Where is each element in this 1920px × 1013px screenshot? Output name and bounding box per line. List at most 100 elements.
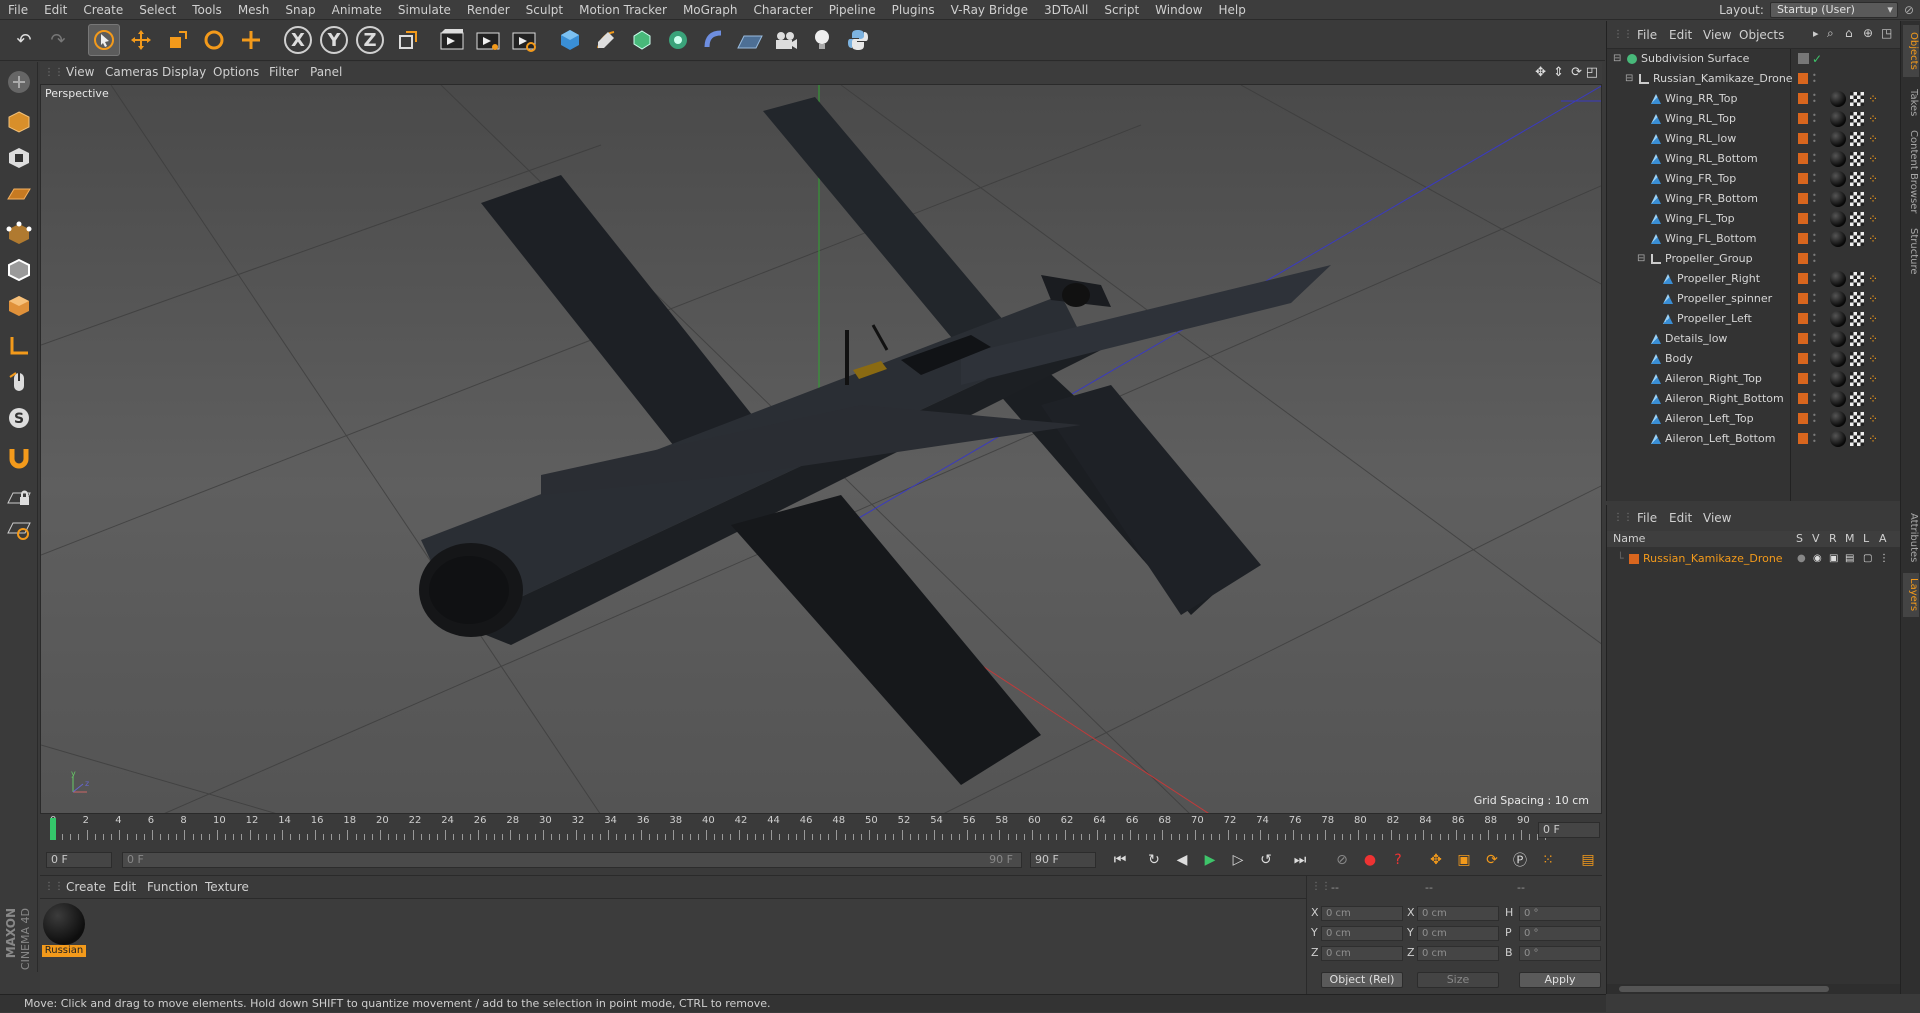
layer-view-icon[interactable]: ◉	[1813, 549, 1822, 569]
object-row[interactable]: Propeller_spinner • • ⁘	[1607, 289, 1897, 309]
om-menu-objects[interactable]: Objects	[1739, 28, 1784, 42]
material-tag-icon[interactable]	[1830, 131, 1846, 147]
select-tool-icon[interactable]	[88, 24, 120, 56]
material-menu-texture[interactable]: Texture	[205, 880, 249, 894]
viewport-zoom-icon[interactable]: ⇕	[1553, 65, 1564, 80]
object-row[interactable]: Wing_FR_Top • • ⁘	[1607, 169, 1897, 189]
visibility-dots-icon[interactable]: • •	[1812, 172, 1818, 186]
tab-content-browser[interactable]: Content Browser	[1903, 127, 1919, 217]
coord-size-x[interactable]: 0 cm	[1417, 906, 1499, 921]
layer-color-icon[interactable]	[1798, 253, 1808, 264]
phong-tag-icon[interactable]: ⁘	[1868, 112, 1882, 126]
render-view-icon[interactable]	[436, 24, 468, 56]
phong-tag-icon[interactable]: ⁘	[1868, 272, 1882, 286]
lm-menu-file[interactable]: File	[1637, 511, 1657, 525]
material-tag-icon[interactable]	[1830, 231, 1846, 247]
layer-color-icon[interactable]	[1798, 413, 1808, 424]
layer-manager-icon[interactable]: ▤	[1845, 549, 1854, 569]
texture-mode-icon[interactable]	[3, 142, 35, 174]
menu-sculpt[interactable]: Sculpt	[518, 0, 571, 20]
layer-color-icon[interactable]	[1798, 113, 1808, 124]
layer-solo-icon[interactable]: ●	[1797, 549, 1806, 569]
layer-color-icon[interactable]	[1798, 353, 1808, 364]
lm-menu-edit[interactable]: Edit	[1669, 511, 1692, 525]
om-filter-icon[interactable]: ⊕	[1863, 26, 1873, 40]
material-tag-icon[interactable]	[1830, 331, 1846, 347]
key-rotation-icon[interactable]: ⟳	[1480, 849, 1504, 871]
object-row[interactable]: Aileron_Left_Top • • ⁘	[1607, 409, 1897, 429]
menu-mograph[interactable]: MoGraph	[675, 0, 746, 20]
viewport-move-icon[interactable]: ✥	[1535, 65, 1546, 80]
material-tag-icon[interactable]	[1830, 271, 1846, 287]
tab-objects[interactable]: Objects	[1903, 25, 1919, 77]
end-frame-field[interactable]: 90 F	[1030, 852, 1096, 868]
key-position-icon[interactable]: ✥	[1424, 849, 1448, 871]
object-row[interactable]: Propeller_Left • • ⁘	[1607, 309, 1897, 329]
uvw-tag-icon[interactable]	[1850, 212, 1864, 226]
visibility-dots-icon[interactable]: • •	[1812, 232, 1818, 246]
material-tag-icon[interactable]	[1830, 111, 1846, 127]
menu-pipeline[interactable]: Pipeline	[821, 0, 884, 20]
material-item[interactable]: Russian	[42, 903, 86, 957]
menu-plugins[interactable]: Plugins	[884, 0, 943, 20]
current-frame-field[interactable]: 0 F	[1538, 822, 1600, 838]
layout-lock-icon[interactable]: ⊘	[1904, 3, 1914, 17]
phong-tag-icon[interactable]: ⁘	[1868, 352, 1882, 366]
layer-color-icon[interactable]	[1798, 73, 1808, 84]
object-row[interactable]: Propeller_Right • • ⁘	[1607, 269, 1897, 289]
object-row[interactable]: Wing_FL_Top • • ⁘	[1607, 209, 1897, 229]
phong-tag-icon[interactable]: ⁘	[1868, 432, 1882, 446]
layer-color-icon[interactable]	[1798, 313, 1808, 324]
layer-color-icon[interactable]	[1798, 393, 1808, 404]
om-menu-file[interactable]: File	[1637, 28, 1657, 42]
om-menu-view[interactable]: View	[1703, 28, 1731, 42]
visibility-dots-icon[interactable]: • •	[1812, 212, 1818, 226]
cloner-icon[interactable]	[662, 24, 694, 56]
menu-help[interactable]: Help	[1210, 0, 1253, 20]
make-editable-icon[interactable]	[3, 66, 35, 98]
viewport-menu-filter[interactable]: Filter	[269, 65, 299, 79]
key-pla-icon[interactable]: ⁙	[1536, 849, 1560, 871]
object-row[interactable]: Wing_RL_Bottom • • ⁘	[1607, 149, 1897, 169]
redo-icon[interactable]: ↷	[42, 24, 74, 56]
python-icon[interactable]	[842, 24, 874, 56]
expand-toggle-icon[interactable]: ⊟	[1613, 49, 1621, 69]
viewport-menu-cameras[interactable]: Cameras	[105, 65, 158, 79]
object-row[interactable]: Details_low • • ⁘	[1607, 329, 1897, 349]
om-home-icon[interactable]: ⌂	[1845, 26, 1853, 40]
menu-motion-tracker[interactable]: Motion Tracker	[571, 0, 675, 20]
frame-range-slider[interactable]: 0 F 90 F	[122, 852, 1022, 868]
lm-menu-view[interactable]: View	[1703, 511, 1731, 525]
visibility-dots-icon[interactable]: • •	[1812, 92, 1818, 106]
lock-workplane-icon[interactable]	[3, 480, 35, 512]
visibility-dots-icon[interactable]: • •	[1812, 392, 1818, 406]
visibility-dots-icon[interactable]: • •	[1812, 432, 1818, 446]
material-menu-edit[interactable]: Edit	[113, 880, 136, 894]
enabled-check-icon[interactable]: ✓	[1812, 49, 1822, 69]
go-to-start-icon[interactable]: ⏮	[1108, 849, 1132, 871]
viewport-rotate-icon[interactable]: ⟳	[1571, 65, 1582, 80]
floor-icon[interactable]	[734, 24, 766, 56]
phong-tag-icon[interactable]: ⁘	[1868, 152, 1882, 166]
menu-window[interactable]: Window	[1147, 0, 1210, 20]
tweak-mode-icon[interactable]	[3, 366, 35, 398]
layer-row[interactable]: └ Russian_Kamikaze_Drone ● ◉ ▣ ▤ ▢ ⋮	[1607, 549, 1897, 569]
tab-takes[interactable]: Takes	[1903, 83, 1919, 123]
bounce-icon[interactable]: ↺	[1254, 849, 1278, 871]
layout-select[interactable]: Startup (User)	[1769, 2, 1898, 18]
visibility-dots-icon[interactable]: • •	[1812, 412, 1818, 426]
coord-rotation-p[interactable]: 0 °	[1519, 926, 1601, 941]
layer-color-icon[interactable]	[1798, 333, 1808, 344]
apply-button[interactable]: Apply	[1519, 972, 1601, 988]
material-menu-create[interactable]: Create	[66, 880, 106, 894]
menu-3dtoall[interactable]: 3DToAll	[1036, 0, 1096, 20]
visibility-dots-icon[interactable]: • •	[1812, 112, 1818, 126]
object-row[interactable]: ⊟ Propeller_Group • •	[1607, 249, 1897, 269]
coord-rotation-h[interactable]: 0 °	[1519, 906, 1601, 921]
coord-position-y[interactable]: 0 cm	[1321, 926, 1403, 941]
object-row[interactable]: Aileron_Left_Bottom • • ⁘	[1607, 429, 1897, 449]
uvw-tag-icon[interactable]	[1850, 172, 1864, 186]
phong-tag-icon[interactable]: ⁘	[1868, 292, 1882, 306]
next-frame-icon[interactable]: ▷	[1226, 849, 1250, 871]
material-tag-icon[interactable]	[1830, 171, 1846, 187]
